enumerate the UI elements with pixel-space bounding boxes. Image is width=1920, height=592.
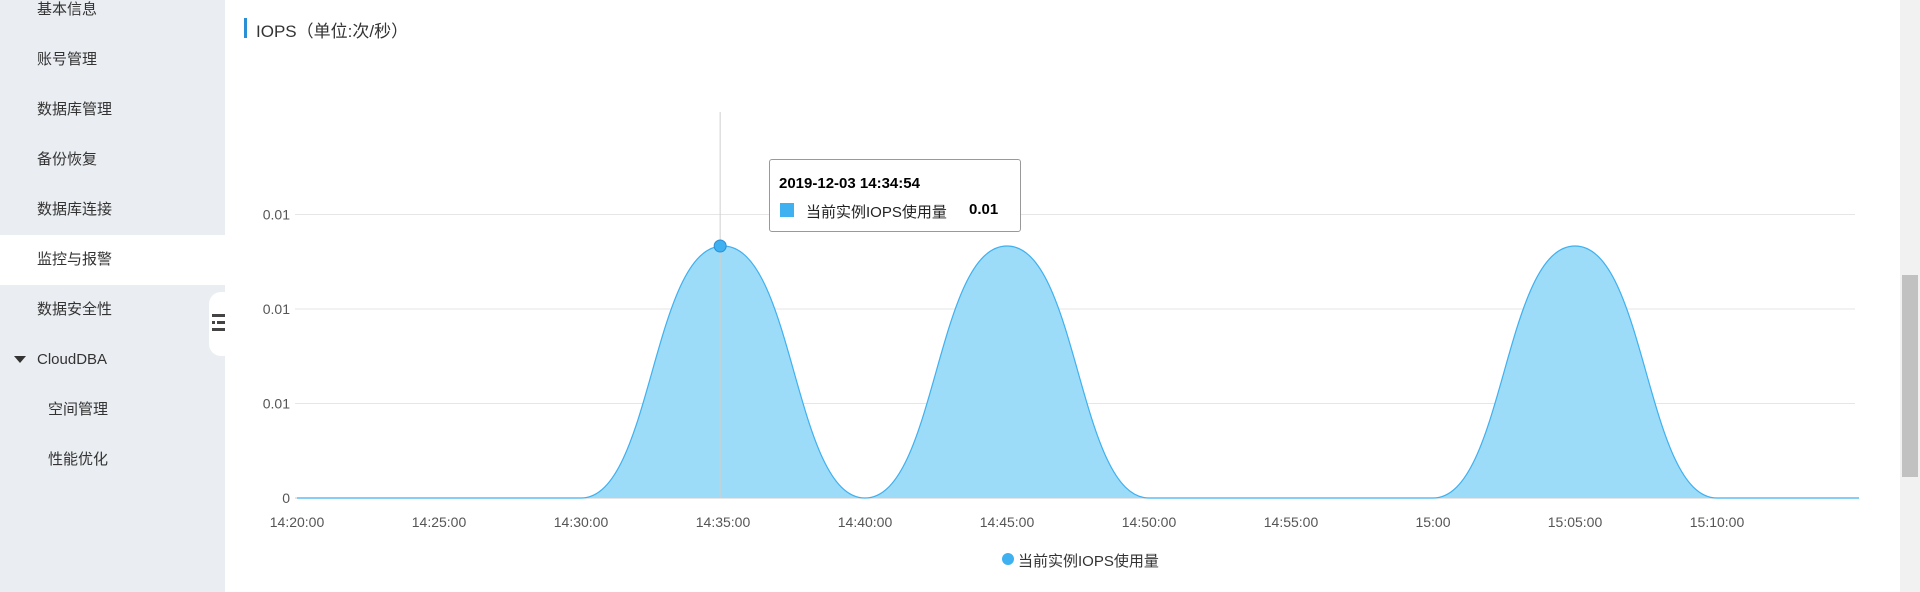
- tooltip-series-swatch: [780, 203, 794, 217]
- scrollbar-thumb[interactable]: [1902, 275, 1918, 477]
- y-tick-label: 0.01: [263, 301, 290, 317]
- chart-tooltip: 2019-12-03 14:34:54 当前实例IOPS使用量 0.01: [769, 159, 1021, 232]
- x-tick-label: 14:35:00: [696, 514, 751, 530]
- x-tick-label: 14:20:00: [270, 514, 325, 530]
- y-tick-label: 0.01: [263, 207, 290, 223]
- x-tick-label: 14:55:00: [1264, 514, 1319, 530]
- y-tick-label: 0.01: [263, 396, 290, 412]
- legend-marker: [1002, 553, 1014, 565]
- tooltip-series-label: 当前实例IOPS使用量: [806, 204, 947, 221]
- tooltip-value: 0.01: [969, 201, 999, 218]
- x-tick-label: 14:30:00: [554, 514, 609, 530]
- iops-chart[interactable]: 0 0.01 0.01 0.01 14:20:00 14:25:00 14:30:00 14:…: [0, 0, 1900, 592]
- legend-label: 当前实例IOPS使用量: [1018, 553, 1159, 570]
- tooltip-time: 2019-12-03 14:34:54: [779, 175, 920, 192]
- x-tick-label: 14:25:00: [412, 514, 467, 530]
- x-tick-label: 14:40:00: [838, 514, 893, 530]
- x-tick-label: 15:10:00: [1690, 514, 1745, 530]
- x-tick-label: 15:00: [1415, 514, 1450, 530]
- x-tick-label: 15:05:00: [1548, 514, 1603, 530]
- hover-point: [713, 239, 727, 253]
- x-tick-label: 14:45:00: [980, 514, 1035, 530]
- y-tick-label: 0: [282, 490, 290, 506]
- x-tick-label: 14:50:00: [1122, 514, 1177, 530]
